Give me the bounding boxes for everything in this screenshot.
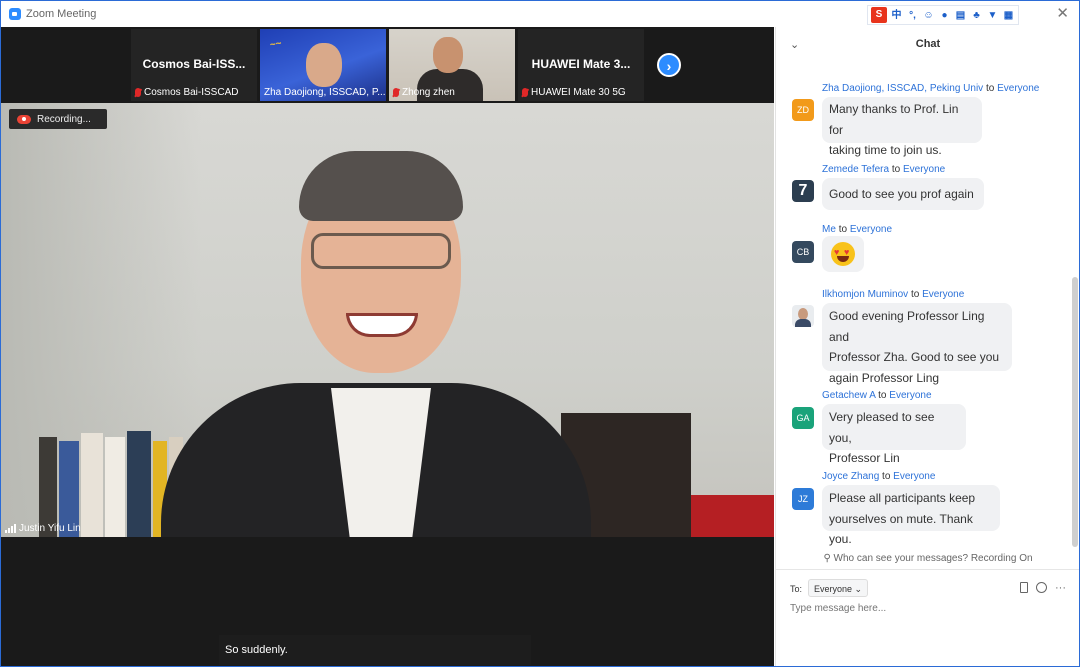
chinese-mode-icon[interactable]: 中 [890,9,903,22]
cloud-record-icon [17,114,31,124]
active-speaker-video [1,103,774,537]
participant-display-name: HUAWEI Mate 3... [531,57,631,71]
recipient: Everyone [893,471,936,482]
message-bubble: Very pleased to see you, Professor Lin [822,404,966,465]
sender-name: Getachew A [822,390,876,401]
close-icon[interactable]: ✕ [1056,4,1069,22]
avatar: ZD [792,99,814,121]
participant-label: Zhong zhen [402,87,455,98]
meeting-area: Cosmos Bai-ISS... Cosmos Bai-ISSCAD ~~ Z… [1,27,774,666]
sender-name: Joyce Zhang [822,471,880,482]
recipient: Everyone [889,390,932,401]
person-icon: ⚲ [823,553,831,564]
active-speaker-name-tag: Justin Yifu Lin [5,523,81,534]
message-input[interactable] [790,603,1060,614]
signal-bars-icon [5,524,16,533]
chat-visibility-notice[interactable]: ⚲ Who can see your messages? Recording O… [776,553,1079,564]
recording-indicator[interactable]: Recording... [9,109,107,129]
window-title: Zoom Meeting [26,8,97,20]
speaker-glasses [311,233,451,269]
emoji-icon[interactable] [1036,582,1047,593]
participant-tile[interactable]: Cosmos Bai-ISS... Cosmos Bai-ISSCAD [131,29,257,101]
title-bar: Zoom Meeting S 中 °, ☺ ● ▤ ♣ ▼ ▦ ✕ [1,1,1079,27]
speaker-name: Justin Yifu Lin [19,523,81,534]
participant-label: Zha Daojiong, ISSCAD, P... [264,87,386,98]
participant-label: HUAWEI Mate 30 5G [531,87,626,98]
emoji-icon[interactable]: ☺ [922,9,935,22]
tools-icon[interactable]: ♣ [970,9,983,22]
sender-name: Zemede Tefera [822,164,890,175]
zoom-app-icon [9,8,21,20]
message-bubble: Many thanks to Prof. Lin for taking time… [822,97,982,157]
avatar: CB [792,241,814,263]
sogou-icon[interactable]: S [871,7,887,23]
participant-tile[interactable]: ~~ Zha Daojiong, ISSCAD, P... [260,29,386,101]
next-page-arrow-icon[interactable]: › [657,53,681,77]
participant-video [306,43,342,87]
sender-name: Zha Daojiong, ISSCAD, Peking Univ [822,83,984,94]
heart-eyes-emoji-icon: ♥ ♥ [822,236,864,272]
chat-panel: ⌄ Chat Zha Daojiong, ISSCAD, Peking Univ… [775,27,1079,666]
participant-label: Cosmos Bai-ISSCAD [144,87,239,98]
chat-scrollbar[interactable] [1072,277,1078,547]
grid-menu-icon[interactable]: ▦ [1002,9,1015,22]
chat-title: Chat [915,38,941,50]
to-label: To: [790,584,803,594]
skin-icon[interactable]: ▼ [986,9,999,22]
avatar: 7 [792,180,814,202]
punctuation-icon[interactable]: °, [906,9,919,22]
participant-face [433,37,463,73]
ime-toolbar[interactable]: S 中 °, ☺ ● ▤ ♣ ▼ ▦ [867,5,1019,25]
zoom-window: Zoom Meeting S 中 °, ☺ ● ▤ ♣ ▼ ▦ ✕ Cosmos… [0,0,1080,667]
mic-muted-icon [393,88,399,97]
avatar: JZ [792,488,814,510]
mic-muted-icon [522,88,528,97]
message-bubble: Good to see you prof again [822,178,984,210]
red-box [691,495,774,537]
voice-icon[interactable]: ● [938,9,951,22]
chat-header: ⌄ Chat [776,27,1079,61]
file-icon[interactable] [1020,582,1028,593]
recording-label: Recording... [37,113,91,125]
avatar [792,305,814,327]
participant-tile[interactable]: HUAWEI Mate 3... HUAWEI Mate 30 5G [518,29,644,101]
keyboard-icon[interactable]: ▤ [954,9,967,22]
participant-tile[interactable]: Zhong zhen [389,29,515,101]
virtual-background-graphic: ~~ [269,38,283,51]
divider [776,569,1079,570]
recipient: Everyone [922,289,965,300]
closed-caption: So suddenly. [219,635,531,665]
participant-filmstrip: Cosmos Bai-ISS... Cosmos Bai-ISSCAD ~~ Z… [1,27,774,103]
chevron-down-icon: ⌄ [854,584,863,594]
sender-name: Me [822,224,836,235]
sender-name: Ilkhomjon Muminov [822,289,909,300]
more-icon[interactable]: ··· [1055,582,1066,594]
recipient-dropdown[interactable]: Everyone ⌄ [808,579,869,597]
recipient: Everyone [849,224,893,235]
message-bubble: Please all participants keep yourselves … [822,485,1000,546]
message-bubble: Good evening Professor Ling and Professo… [822,303,1012,385]
recipient: Everyone [997,83,1040,94]
recipient: Everyone [902,164,946,175]
avatar: GA [792,407,814,429]
chat-tools: ··· [1020,582,1066,594]
speaker-hair [299,151,463,221]
mic-muted-icon [135,88,141,97]
participant-display-name: Cosmos Bai-ISS... [142,57,246,71]
